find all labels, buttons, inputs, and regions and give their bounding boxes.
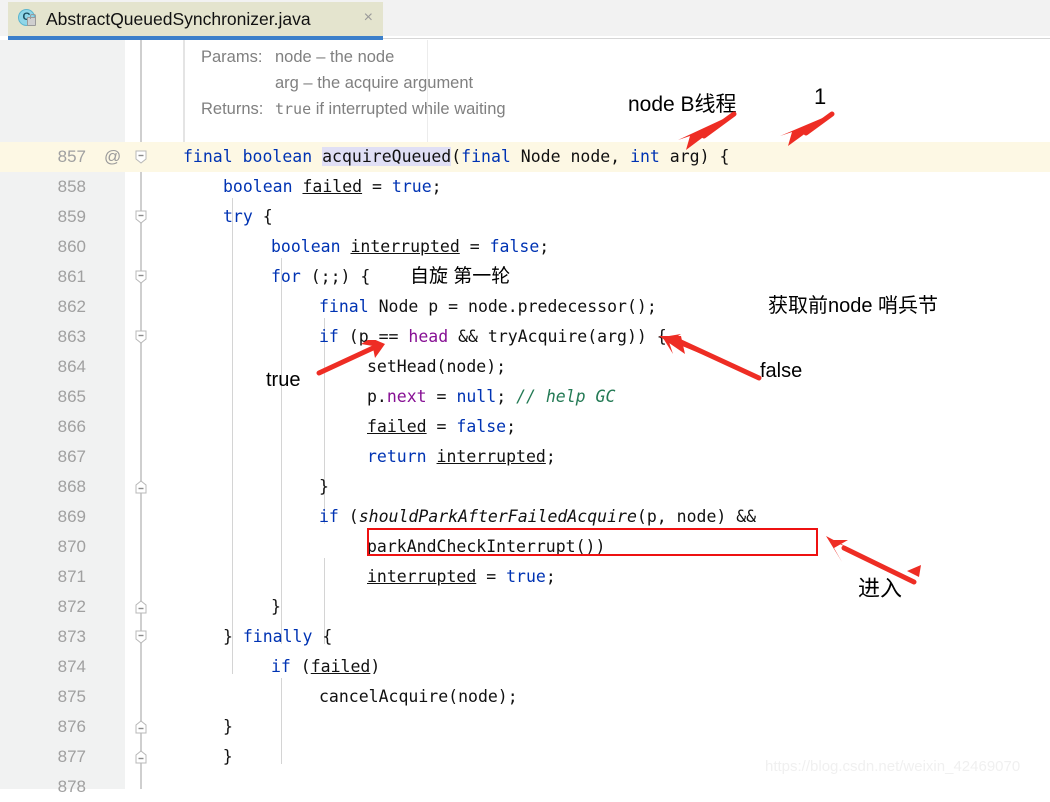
tab-abstractqueuedsynchronizer[interactable]: C AbstractQueuedSynchronizer.java × bbox=[8, 2, 383, 36]
line-number: 863 bbox=[57, 327, 86, 346]
close-icon[interactable]: × bbox=[360, 9, 377, 29]
watermark: https://blog.csdn.net/weixin_42469070 bbox=[765, 758, 1021, 775]
code-row-875[interactable]: 875 cancelAcquire(node); bbox=[0, 682, 1050, 712]
fold-down-icon[interactable] bbox=[133, 629, 149, 645]
line-number: 878 bbox=[57, 777, 86, 796]
code-text[interactable]: try { bbox=[223, 202, 273, 232]
code-text[interactable]: boolean failed = true; bbox=[223, 172, 442, 202]
fold-up-icon[interactable] bbox=[133, 479, 149, 495]
line-number: 868 bbox=[57, 477, 86, 496]
code-text[interactable]: interrupted = true; bbox=[367, 562, 556, 592]
code-row-878[interactable]: 878 bbox=[0, 772, 1050, 802]
javadoc-label-params: Params: bbox=[201, 48, 263, 66]
code-text[interactable]: p.next = null; // help GC bbox=[367, 382, 615, 412]
code-row-876[interactable]: 876 } bbox=[0, 712, 1050, 742]
arrow-false-to-tryacquire bbox=[659, 334, 762, 381]
line-number: 862 bbox=[57, 297, 86, 316]
javadoc-hint-panel: Params: node – the node arg – the acquir… bbox=[183, 40, 1050, 142]
annotation-get-prev-node: 获取前node 哨兵节 bbox=[768, 295, 939, 317]
code-text[interactable]: } bbox=[223, 712, 233, 742]
tab-bar-divider bbox=[383, 38, 1050, 39]
code-text[interactable]: } bbox=[319, 472, 329, 502]
annotation-true: true bbox=[266, 369, 301, 391]
code-row-860[interactable]: 860 boolean interrupted = false; bbox=[0, 232, 1050, 262]
code-editor[interactable]: Params: node – the node arg – the acquir… bbox=[0, 40, 1050, 796]
code-row-863[interactable]: 863 if (p == head && tryAcquire(arg)) { bbox=[0, 322, 1050, 352]
arrow-marker-small-triangle bbox=[907, 565, 921, 577]
code-text[interactable]: for (;;) { bbox=[271, 262, 370, 292]
line-number: 874 bbox=[57, 657, 86, 676]
javadoc-label-empty bbox=[201, 70, 275, 96]
line-number: 857 bbox=[57, 147, 86, 166]
code-text[interactable]: failed = false; bbox=[367, 412, 516, 442]
javadoc-value-returns: true if interrupted while waiting bbox=[275, 96, 506, 122]
line-number: 858 bbox=[57, 177, 86, 196]
line-number: 877 bbox=[57, 747, 86, 766]
code-text[interactable]: final Node p = node.predecessor(); bbox=[319, 292, 657, 322]
javadoc-value-arg: arg – the acquire argument bbox=[275, 74, 474, 92]
annotation-false: false bbox=[760, 360, 803, 382]
fold-down-icon[interactable] bbox=[133, 329, 149, 345]
code-row-858[interactable]: 858 boolean failed = true; bbox=[0, 172, 1050, 202]
line-number: 860 bbox=[57, 237, 86, 256]
code-text[interactable]: } finally { bbox=[223, 622, 332, 652]
arrow-true-to-sethead bbox=[316, 340, 385, 376]
tab-title: AbstractQueuedSynchronizer.java bbox=[46, 8, 311, 29]
javadoc-row-arg: arg – the acquire argument bbox=[201, 70, 1050, 96]
editor-tab-bar: C AbstractQueuedSynchronizer.java × bbox=[0, 0, 1050, 40]
fold-down-icon[interactable] bbox=[133, 149, 149, 165]
code-row-874[interactable]: 874 if (failed) bbox=[0, 652, 1050, 682]
annotation-one: 1 bbox=[814, 84, 827, 109]
javadoc-returns-rest: if interrupted while waiting bbox=[311, 100, 506, 118]
javadoc-row-params: Params: node – the node bbox=[201, 44, 1050, 70]
line-number: 872 bbox=[57, 597, 86, 616]
code-text[interactable]: return interrupted; bbox=[367, 442, 556, 472]
code-row-868[interactable]: 868 } bbox=[0, 472, 1050, 502]
line-number: 864 bbox=[57, 357, 86, 376]
line-number: 859 bbox=[57, 207, 86, 226]
line-number: 871 bbox=[57, 567, 86, 586]
code-text[interactable]: } bbox=[271, 592, 281, 622]
code-row-866[interactable]: 866 failed = false; bbox=[0, 412, 1050, 442]
code-row-859[interactable]: 859 try { bbox=[0, 202, 1050, 232]
line-number: 861 bbox=[57, 267, 86, 286]
javadoc-label-returns: Returns: bbox=[201, 100, 264, 118]
annotation-marker[interactable]: @ bbox=[104, 142, 121, 172]
inline-note-spin-first-round: 自旋 第一轮 bbox=[410, 266, 511, 287]
code-text[interactable]: final boolean acquireQueued(final Node n… bbox=[183, 142, 729, 172]
code-row-861[interactable]: 861 for (;;) { 自旋 第一轮 bbox=[0, 262, 1050, 292]
javadoc-returns-literal: true bbox=[275, 100, 312, 118]
code-row-865[interactable]: 865 p.next = null; // help GC bbox=[0, 382, 1050, 412]
fold-down-icon[interactable] bbox=[133, 269, 149, 285]
fold-up-icon[interactable] bbox=[133, 599, 149, 615]
javadoc-separator bbox=[427, 40, 428, 142]
line-number: 870 bbox=[57, 537, 86, 556]
code-row-864[interactable]: 864 setHead(node); bbox=[0, 352, 1050, 382]
arrow-to-arg-param bbox=[780, 111, 835, 146]
code-lines[interactable]: 857 @ final boolean acquireQueued(final … bbox=[0, 142, 1050, 796]
javadoc-row-returns: Returns: true if interrupted while waiti… bbox=[201, 96, 1050, 122]
code-text[interactable]: cancelAcquire(node); bbox=[319, 682, 518, 712]
code-row-867[interactable]: 867 return interrupted; bbox=[0, 442, 1050, 472]
line-number: 875 bbox=[57, 687, 86, 706]
code-row-857[interactable]: 857 @ final boolean acquireQueued(final … bbox=[0, 142, 1050, 172]
fold-up-icon[interactable] bbox=[133, 719, 149, 735]
arrow-to-node-param bbox=[678, 111, 737, 150]
code-row-873[interactable]: 873 } finally { bbox=[0, 622, 1050, 652]
javadoc-value-node: node – the node bbox=[275, 48, 395, 66]
line-number: 865 bbox=[57, 387, 86, 406]
lock-icon bbox=[27, 14, 36, 26]
highlight-box-shouldparkafterfailedacquire bbox=[367, 528, 818, 556]
line-number: 873 bbox=[57, 627, 86, 646]
fold-down-icon[interactable] bbox=[133, 209, 149, 225]
fold-up-icon[interactable] bbox=[133, 749, 149, 765]
java-class-icon: C bbox=[18, 9, 38, 29]
line-number: 876 bbox=[57, 717, 86, 736]
line-number: 869 bbox=[57, 507, 86, 526]
code-text[interactable]: boolean interrupted = false; bbox=[271, 232, 549, 262]
code-text[interactable]: } bbox=[183, 742, 233, 772]
line-number: 867 bbox=[57, 447, 86, 466]
code-text[interactable]: if (failed) bbox=[271, 652, 380, 682]
line-number: 866 bbox=[57, 417, 86, 436]
